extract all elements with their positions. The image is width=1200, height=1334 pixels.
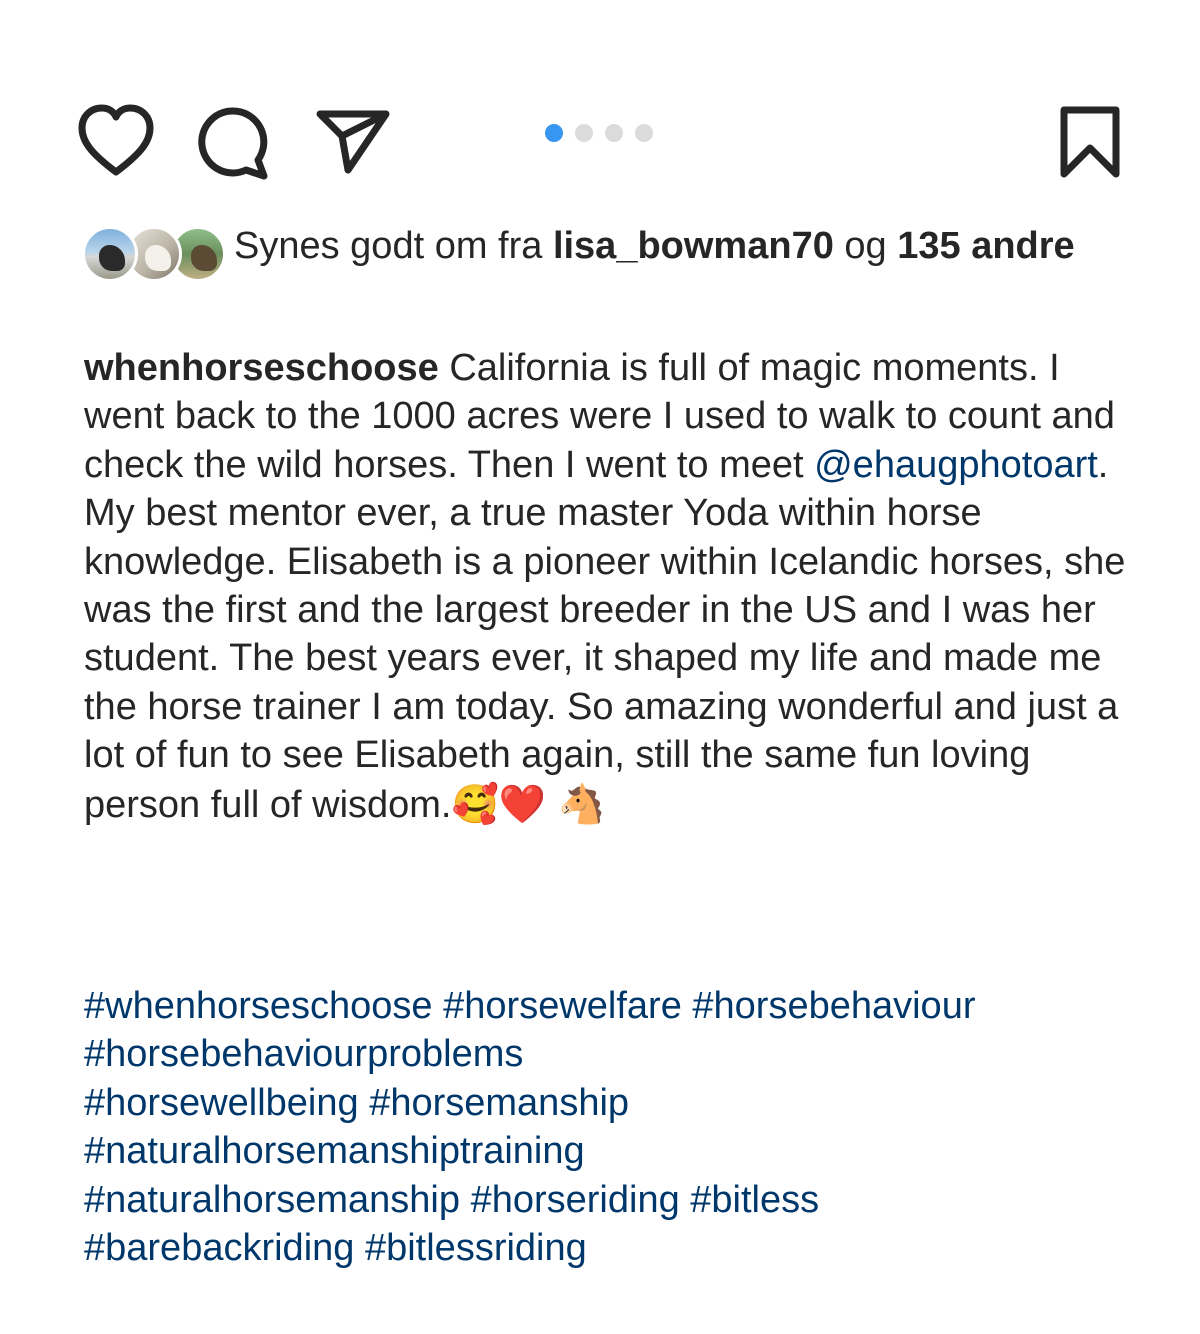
likes-connector: og xyxy=(833,225,898,267)
post-caption: whenhorseschoose California is full of m… xyxy=(84,344,1134,829)
like-button[interactable] xyxy=(74,100,158,184)
hashtag-link[interactable]: #horsebehaviour xyxy=(692,985,975,1027)
bookmark-icon xyxy=(1060,106,1120,178)
avatar xyxy=(82,226,138,282)
hashtag-link[interactable]: #horsewelfare xyxy=(443,985,682,1027)
mention-link[interactable]: @ehaugphotoart xyxy=(814,444,1098,486)
carousel-dot xyxy=(635,124,653,142)
save-button[interactable] xyxy=(1050,100,1130,184)
likes-summary: Synes godt om fra lisa_bowman70 og 135 a… xyxy=(234,222,1134,270)
likes-count: 135 xyxy=(897,225,961,267)
carousel-indicator xyxy=(545,124,653,142)
hashtag-link[interactable]: #horsewellbeing xyxy=(84,1082,359,1124)
carousel-dot-active xyxy=(545,124,563,142)
caption-text-part2: . My best mentor ever, a true master Yod… xyxy=(84,443,1126,826)
hashtag-link[interactable]: #barebackriding xyxy=(84,1227,354,1269)
paper-plane-icon xyxy=(316,110,390,174)
hashtag-link[interactable]: #horseriding xyxy=(471,1179,680,1221)
hashtag-list: #whenhorseschoose #horsewelfare #horsebe… xyxy=(84,982,1144,1272)
heart-icon xyxy=(78,104,154,176)
carousel-dot xyxy=(575,124,593,142)
hashtag-link[interactable]: #horsemanship xyxy=(369,1082,629,1124)
likes-prefix: Synes godt om fra xyxy=(234,225,553,267)
post-details: Synes godt om fra lisa_bowman70 og 135 a… xyxy=(0,0,1200,1334)
caption-username-link[interactable]: whenhorseschoose xyxy=(84,347,439,389)
likes-others-link[interactable]: 135 andre xyxy=(897,225,1074,267)
action-bar xyxy=(70,100,1130,184)
carousel-dot xyxy=(605,124,623,142)
comment-icon xyxy=(198,107,268,180)
caption-emojis: 🥰❤️ 🐴 xyxy=(451,781,606,826)
comment-button[interactable] xyxy=(190,100,274,184)
hashtag-link[interactable]: #bitlessriding xyxy=(365,1227,587,1269)
liker-username-link[interactable]: lisa_bowman70 xyxy=(553,225,834,267)
hashtag-link[interactable]: #horsebehaviourproblems xyxy=(84,1033,523,1075)
liker-avatars[interactable] xyxy=(82,226,226,286)
likes-suffix: andre xyxy=(971,225,1075,267)
hashtag-link[interactable]: #whenhorseschoose xyxy=(84,985,433,1027)
hashtag-link[interactable]: #naturalhorsemanshiptraining xyxy=(84,1130,585,1172)
share-button[interactable] xyxy=(310,100,394,184)
hashtag-link[interactable]: #bitless xyxy=(690,1179,819,1221)
hashtag-link[interactable]: #naturalhorsemanship xyxy=(84,1179,460,1221)
